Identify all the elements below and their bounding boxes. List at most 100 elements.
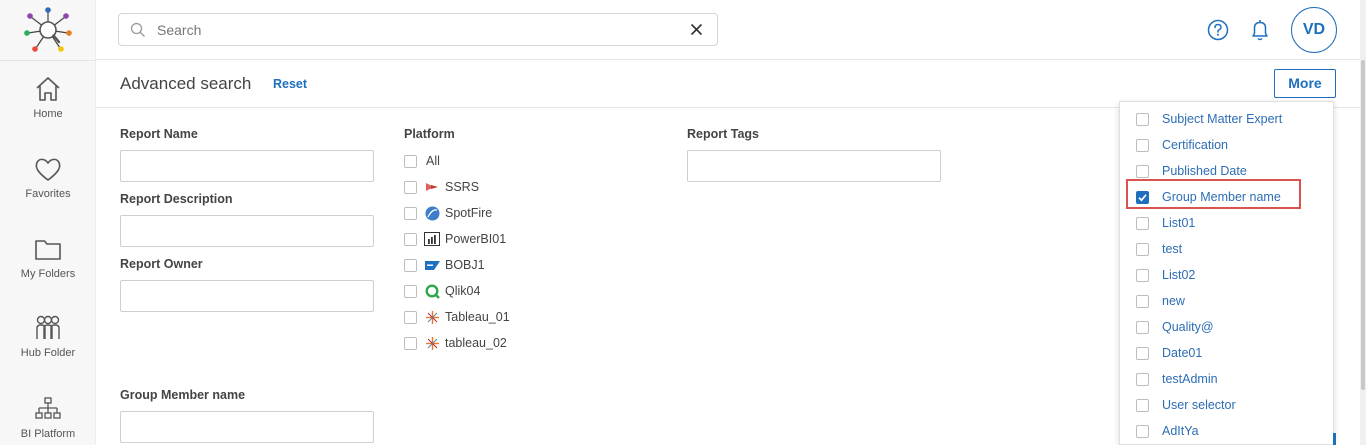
platform-option-bobj[interactable]: BOBJ1	[404, 256, 485, 274]
report-tags-label: Report Tags	[687, 127, 759, 141]
platform-option-label: BOBJ1	[445, 258, 485, 272]
platform-option-label: SSRS	[445, 180, 480, 194]
more-option-label: new	[1162, 294, 1185, 308]
checkbox[interactable]	[404, 284, 417, 298]
platform-option-label: SpotFire	[445, 206, 493, 220]
help-icon[interactable]	[1207, 19, 1229, 41]
more-option-label: Date01	[1162, 346, 1203, 360]
report-description-label: Report Description	[120, 192, 233, 206]
more-option-label: List02	[1162, 268, 1196, 282]
checkbox-checked[interactable]	[1136, 190, 1149, 204]
checkbox[interactable]	[1136, 398, 1149, 412]
heart-icon	[35, 158, 61, 181]
checkbox[interactable]	[1136, 242, 1149, 256]
more-option-aditya[interactable]: AdItYa	[1136, 422, 1199, 440]
more-option-date01[interactable]: Date01	[1136, 344, 1202, 362]
report-owner-label: Report Owner	[120, 257, 203, 271]
search-icon	[130, 22, 145, 37]
avatar[interactable]: VD	[1291, 7, 1337, 53]
reset-link[interactable]: Reset	[273, 77, 307, 91]
checkbox[interactable]	[1136, 216, 1149, 230]
more-option-list02[interactable]: List02	[1136, 266, 1195, 284]
platform-option-label: Tableau_01	[445, 310, 510, 324]
more-option-label: Published Date	[1162, 164, 1247, 178]
home-icon	[36, 77, 60, 101]
checkbox[interactable]	[404, 232, 417, 246]
tableau-icon	[424, 335, 440, 351]
search-box[interactable]	[118, 13, 718, 46]
checkbox[interactable]	[1136, 294, 1149, 308]
more-option-label: User selector	[1162, 398, 1236, 412]
checkbox[interactable]	[1136, 164, 1149, 178]
more-option-label: Certification	[1162, 138, 1228, 152]
app-logo[interactable]	[22, 4, 74, 56]
checkbox[interactable]	[404, 258, 417, 272]
ssrs-icon	[424, 179, 440, 195]
report-name-label: Report Name	[120, 127, 198, 141]
bell-icon[interactable]	[1249, 18, 1271, 42]
checkbox[interactable]	[1136, 138, 1149, 152]
checkbox[interactable]	[404, 336, 417, 350]
more-option-list01[interactable]: List01	[1136, 214, 1195, 232]
group-member-label: Group Member name	[120, 388, 246, 402]
sidebar-item-my-folders[interactable]: My Folders	[0, 234, 96, 280]
sidebar-item-hub-folder[interactable]: Hub Folder	[0, 313, 96, 359]
more-option-label: AdItYa	[1162, 424, 1199, 438]
more-option-user-selector[interactable]: User selector	[1136, 396, 1236, 414]
checkbox[interactable]	[1136, 320, 1149, 334]
checkbox[interactable]	[1136, 424, 1149, 438]
people-icon	[36, 315, 60, 339]
platform-option-tableau-02[interactable]: tableau_02	[404, 334, 507, 352]
report-description-input[interactable]	[120, 215, 374, 247]
more-option-published-date[interactable]: Published Date	[1136, 162, 1247, 180]
more-option-group-member-name[interactable]: Group Member name	[1136, 188, 1281, 206]
sidebar-item-favorites[interactable]: Favorites	[0, 154, 96, 200]
close-icon[interactable]	[690, 23, 703, 36]
checkbox[interactable]	[1136, 346, 1149, 360]
page-scrollbar-thumb[interactable]	[1361, 60, 1365, 390]
more-option-label: testAdmin	[1162, 372, 1218, 386]
platform-option-spotfire[interactable]: SpotFire	[404, 204, 492, 222]
qlik-icon	[424, 283, 440, 299]
group-member-input[interactable]	[120, 411, 374, 443]
checkbox[interactable]	[1136, 112, 1149, 126]
more-option-testadmin[interactable]: testAdmin	[1136, 370, 1218, 388]
sidebar-item-label: BI Platform	[20, 428, 76, 440]
platform-option-tableau-01[interactable]: Tableau_01	[404, 308, 510, 326]
more-button[interactable]: More	[1274, 69, 1336, 98]
sidebar-item-bi-platform[interactable]: BI Platform	[0, 396, 96, 440]
checkbox[interactable]	[1136, 372, 1149, 386]
more-option-new[interactable]: new	[1136, 292, 1185, 310]
report-owner-input[interactable]	[120, 280, 374, 312]
check-icon	[1138, 193, 1147, 201]
checkbox[interactable]	[404, 310, 417, 324]
more-option-test[interactable]: test	[1136, 240, 1182, 258]
sidebar: Home Favorites My Folders Hub Folder BI …	[0, 0, 96, 445]
hierarchy-icon	[35, 397, 61, 419]
report-name-input[interactable]	[120, 150, 374, 182]
partial-button-edge	[1333, 433, 1336, 445]
checkbox[interactable]	[1136, 268, 1149, 282]
sidebar-item-label: Hub Folder	[20, 347, 76, 359]
more-option-subject-matter-expert[interactable]: Subject Matter Expert	[1136, 110, 1282, 128]
more-fields-dropdown: Subject Matter Expert Certification Publ…	[1119, 101, 1334, 445]
platform-option-ssrs[interactable]: SSRS	[404, 178, 479, 196]
sidebar-item-label: Home	[33, 108, 63, 120]
more-option-label: Subject Matter Expert	[1162, 112, 1283, 126]
checkbox[interactable]	[404, 180, 417, 194]
platform-option-qlik[interactable]: Qlik04	[404, 282, 480, 300]
more-option-quality[interactable]: Quality@	[1136, 318, 1214, 336]
platform-label: Platform	[404, 127, 455, 141]
more-option-certification[interactable]: Certification	[1136, 136, 1228, 154]
sidebar-divider	[0, 60, 96, 61]
search-input[interactable]	[157, 20, 677, 40]
page-title: Advanced search	[120, 74, 252, 93]
sidebar-item-home[interactable]: Home	[0, 74, 96, 120]
platform-option-all[interactable]: All	[404, 152, 440, 170]
report-tags-input[interactable]	[687, 150, 941, 182]
powerbi-icon	[424, 231, 440, 247]
platform-option-powerbi[interactable]: PowerBI01	[404, 230, 506, 248]
sidebar-item-label: Favorites	[25, 188, 71, 200]
checkbox[interactable]	[404, 206, 417, 220]
checkbox[interactable]	[404, 154, 417, 168]
